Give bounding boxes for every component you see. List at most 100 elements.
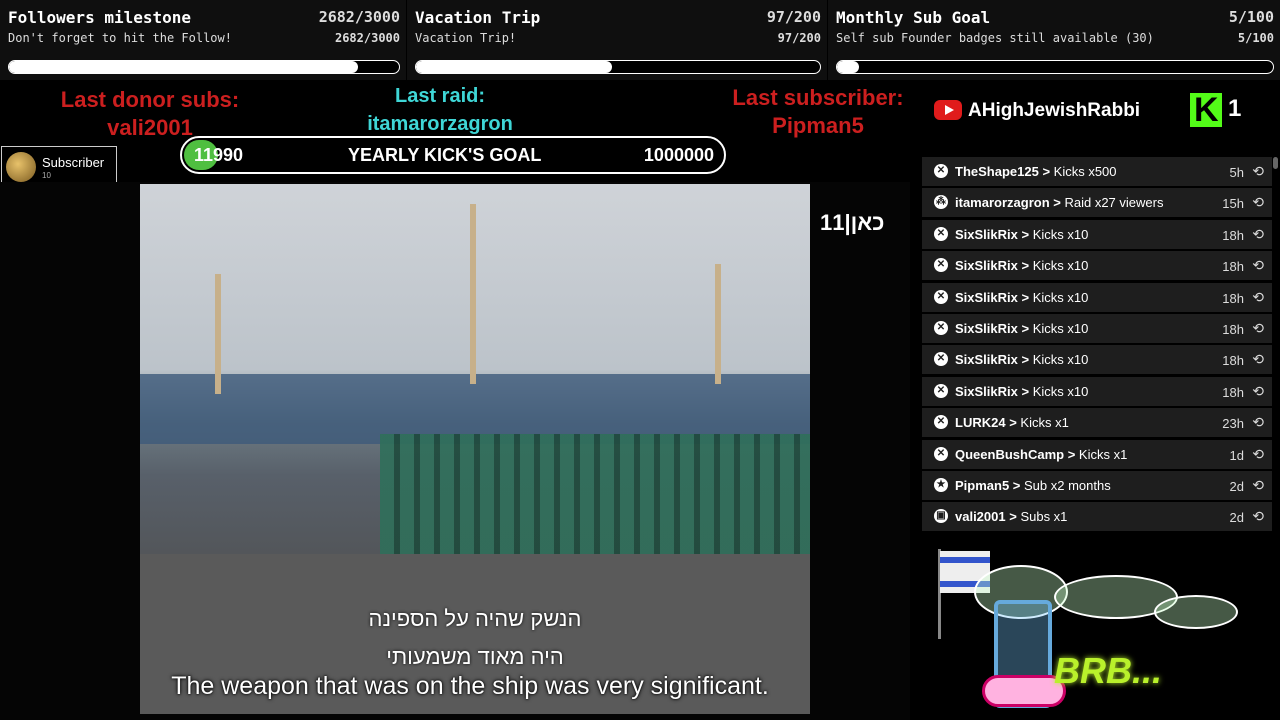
goal-progress-bar [836,60,1274,74]
event-user: SixSlikRix > Kicks x10 [955,290,1088,305]
event-row[interactable]: ✕ SixSlikRix > Kicks x10 18h ⟲ [922,251,1272,283]
goal-monthly-sub: Monthly Sub Goal 5/100 Self sub Founder … [828,0,1280,80]
goal-progress-fill [416,61,612,73]
event-description: Kicks x10 [1032,226,1089,242]
event-description: Kicks x10 [1032,289,1089,305]
event-description: Kicks x10 [1032,321,1089,336]
gift-icon: ▣ [934,509,948,524]
event-username: Pipman5 [955,478,1010,493]
event-row[interactable]: ✕ SixSlikRix > Kicks x10 18h ⟲ [922,219,1272,251]
event-separator: > [1005,509,1021,525]
last-subscriber: Last subscriber: Pipman5 [700,84,936,140]
event-username: TheShape125 [955,164,1039,179]
event-separator: > [1038,164,1054,179]
event-time: 2d [1229,510,1244,526]
replay-icon[interactable]: ⟲ [1252,477,1264,494]
event-separator: > [1017,383,1033,399]
last-subscriber-label: Last subscriber: [732,85,904,110]
event-list-scrollbar[interactable] [1273,157,1278,169]
brb-artwork: BRB... [934,545,1280,720]
replay-icon[interactable]: ⟲ [1252,257,1264,274]
goal-count: 5/100 [1228,8,1274,26]
last-subscriber-name: Pipman5 [772,113,864,138]
kick-icon: ✕ [934,164,948,178]
subscriber-badge-label: Subscriber [42,155,105,170]
goal-count-secondary: 97/200 [777,31,821,45]
goal-subtitle: Don't forget to hit the Follow! [8,31,232,45]
replay-icon[interactable]: ⟲ [1252,163,1264,180]
brb-text: BRB... [1054,650,1162,691]
goal-subtitle: Self sub Founder badges still available … [836,31,1154,45]
event-row[interactable]: ✕ QueenBushCamp > Kicks x1 1d ⟲ [922,439,1272,471]
last-donor: Last donor subs: vali2001 [30,86,270,142]
event-user: SixSlikRix > Kicks x10 [955,384,1088,399]
goal-progress-bar [8,60,400,74]
goal-title: Followers milestone [8,8,192,27]
subtitle-english: The weapon that was on the ship was very… [171,672,769,700]
avatar [6,152,36,182]
replay-icon[interactable]: ⟲ [1252,320,1264,337]
event-time: 18h [1222,227,1244,243]
event-description: Kicks x500 [1053,164,1117,179]
event-time: 18h [1222,384,1244,400]
goal-followers: Followers milestone 2682/3000 Don't forg… [0,0,406,80]
kick-icon: ✕ [934,383,948,398]
replay-icon[interactable]: ⟲ [1252,289,1264,306]
event-row[interactable]: ✕ LURK24 > Kicks x1 23h ⟲ [922,408,1272,440]
event-username: SixSlikRix [955,321,1018,336]
event-user: QueenBushCamp > Kicks x1 [955,447,1127,462]
goal-count-secondary: 5/100 [1237,31,1274,45]
event-separator: > [1017,226,1033,242]
smoke-cloud [1154,595,1238,629]
event-row[interactable]: ▣ vali2001 > Subs x1 2d ⟲ [922,502,1272,534]
kick-goal-label: YEARLY KICK'S GOAL [348,145,542,165]
event-username: SixSlikRix [955,258,1018,274]
event-row[interactable]: ✕ SixSlikRix > Kicks x10 18h ⟲ [922,376,1272,408]
star-icon: ★ [934,478,948,492]
event-username: SixSlikRix [955,289,1018,305]
kick-icon: ✕ [934,446,948,461]
replay-icon[interactable]: ⟲ [1252,414,1264,431]
event-row[interactable]: ✕ SixSlikRix > Kicks x10 18h ⟲ [922,314,1272,345]
goal-progress-fill [837,61,859,73]
goal-count: 2682/3000 [318,8,400,26]
replay-icon[interactable]: ⟲ [1252,226,1264,243]
replay-icon[interactable]: ⟲ [1252,383,1264,400]
event-user: SixSlikRix > Kicks x10 [955,258,1088,273]
video-frame [140,184,810,714]
kick-goal-current: 11990 [194,145,244,165]
event-row[interactable]: ✕ TheShape125 > Kicks x500 5h ⟲ [922,157,1272,188]
ship-mast [715,264,721,384]
event-description: Kicks x10 [1032,383,1089,399]
ship-mast [470,204,476,384]
goal-title: Monthly Sub Goal [836,8,991,27]
event-separator: > [1049,195,1065,211]
event-username: QueenBushCamp [955,446,1065,462]
replay-icon[interactable]: ⟲ [1252,446,1264,463]
replay-icon[interactable]: ⟲ [1252,508,1264,525]
goal-title: Vacation Trip [415,8,541,27]
event-time: 15h [1222,196,1244,212]
goal-vacation: Vacation Trip 97/200 Vacation Trip! 97/2… [407,0,827,80]
event-time: 18h [1222,322,1244,337]
event-description: Kicks x1 [1020,415,1069,431]
subtitle-hebrew-line-2: היה מאוד משמעותי [386,644,564,669]
event-row[interactable]: ✕ SixSlikRix > Kicks x10 18h ⟲ [922,282,1272,314]
event-row[interactable]: ⁂ itamarorzagron > Raid x27 viewers 15h ⟲ [922,188,1272,220]
last-raid: Last raid: itamarorzagron [330,82,550,138]
youtube-icon [934,100,962,120]
event-user: vali2001 > Subs x1 [955,509,1067,524]
event-user: SixSlikRix > Kicks x10 [955,352,1088,367]
replay-icon[interactable]: ⟲ [1252,194,1264,211]
event-time: 1d [1229,447,1244,463]
event-time: 23h [1222,416,1244,432]
event-row[interactable]: ✕ SixSlikRix > Kicks x10 18h ⟲ [922,345,1272,377]
ship-mast [215,274,221,394]
event-list[interactable]: ✕ TheShape125 > Kicks x500 5h ⟲ ⁂ itamarorzag… [920,157,1280,535]
kick-icon: ✕ [934,258,948,273]
event-separator: > [1017,258,1033,274]
goal-subtitle: Vacation Trip! [415,31,517,45]
replay-icon[interactable]: ⟲ [1252,351,1264,368]
event-time: 18h [1222,290,1244,306]
event-row[interactable]: ★ Pipman5 > Sub x2 months 2d ⟲ [922,471,1272,502]
